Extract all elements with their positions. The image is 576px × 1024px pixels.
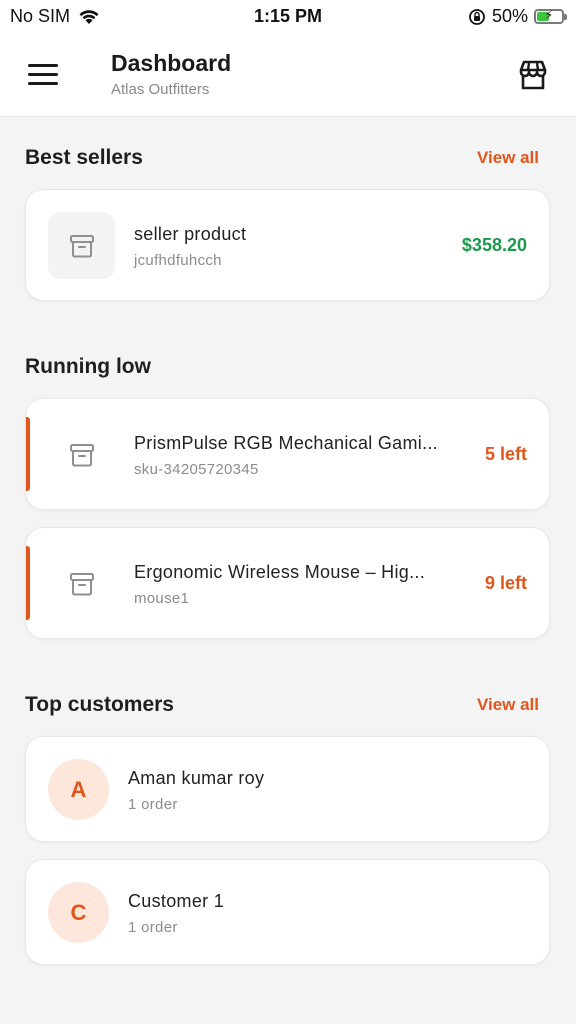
low-stock-indicator bbox=[26, 417, 30, 491]
store-name: Atlas Outfitters bbox=[111, 81, 210, 98]
menu-button[interactable] bbox=[28, 64, 58, 86]
store-icon bbox=[519, 60, 547, 90]
best-seller-card[interactable]: seller product jcufhdfuhcch $358.20 bbox=[25, 189, 550, 301]
app-header: Dashboard Atlas Outfitters bbox=[0, 34, 576, 117]
battery-charging-icon: ⚡ bbox=[534, 8, 567, 24]
product-code: jcufhdfuhcch bbox=[134, 252, 222, 269]
customer-order-count: 1 order bbox=[128, 919, 178, 936]
status-bar: No SIM 1:15 PM 50% ⚡ bbox=[0, 0, 576, 34]
archive-box-icon bbox=[69, 234, 94, 257]
best-sellers-title: Best sellers bbox=[25, 146, 143, 169]
customer-name: Customer 1 bbox=[128, 891, 225, 911]
avatar: C bbox=[48, 882, 109, 943]
product-name: Ergonomic Wireless Mouse – Hig... bbox=[134, 562, 425, 582]
low-stock-card[interactable]: PrismPulse RGB Mechanical Gami... sku-34… bbox=[25, 398, 550, 510]
running-low-title: Running low bbox=[25, 355, 151, 378]
customer-card[interactable]: A Aman kumar roy 1 order bbox=[25, 736, 550, 842]
customer-card[interactable]: C Customer 1 1 order bbox=[25, 859, 550, 965]
top-customers-view-all-link[interactable]: View all bbox=[477, 695, 539, 715]
product-price: $358.20 bbox=[461, 235, 527, 255]
low-stock-indicator bbox=[26, 546, 30, 620]
menu-icon-line bbox=[28, 82, 58, 85]
menu-icon-line bbox=[28, 64, 58, 67]
running-low-header: Running low bbox=[25, 352, 539, 382]
status-right: 50% ⚡ bbox=[468, 6, 567, 27]
avatar: A bbox=[48, 759, 109, 820]
stock-remaining: 5 left bbox=[484, 444, 527, 464]
stock-remaining: 9 left bbox=[484, 573, 527, 593]
customer-name: Aman kumar roy bbox=[128, 768, 265, 788]
best-sellers-view-all-link[interactable]: View all bbox=[477, 148, 539, 168]
archive-box-icon bbox=[69, 443, 94, 466]
top-customers-title: Top customers bbox=[25, 693, 174, 716]
top-customers-header: Top customers View all bbox=[25, 690, 539, 720]
customer-order-count: 1 order bbox=[128, 796, 178, 813]
orientation-lock-icon bbox=[469, 8, 485, 25]
best-sellers-header: Best sellers View all bbox=[25, 143, 539, 173]
product-sku: sku-34205720345 bbox=[134, 461, 259, 478]
low-stock-card[interactable]: Ergonomic Wireless Mouse – Hig... mouse1… bbox=[25, 527, 550, 639]
header-titles: Dashboard Atlas Outfitters bbox=[111, 50, 231, 98]
page-title: Dashboard bbox=[111, 50, 232, 76]
battery-percent: 50% bbox=[491, 6, 528, 26]
archive-box-icon bbox=[69, 572, 94, 595]
menu-icon-line bbox=[28, 73, 58, 76]
product-thumbnail bbox=[48, 212, 115, 279]
product-thumbnail bbox=[48, 550, 115, 617]
bolt-icon: ⚡ bbox=[544, 8, 554, 22]
product-name: seller product bbox=[134, 224, 247, 244]
store-button[interactable] bbox=[516, 58, 550, 92]
product-name: PrismPulse RGB Mechanical Gami... bbox=[134, 433, 438, 453]
product-sku: mouse1 bbox=[134, 590, 190, 607]
product-thumbnail bbox=[48, 421, 115, 488]
